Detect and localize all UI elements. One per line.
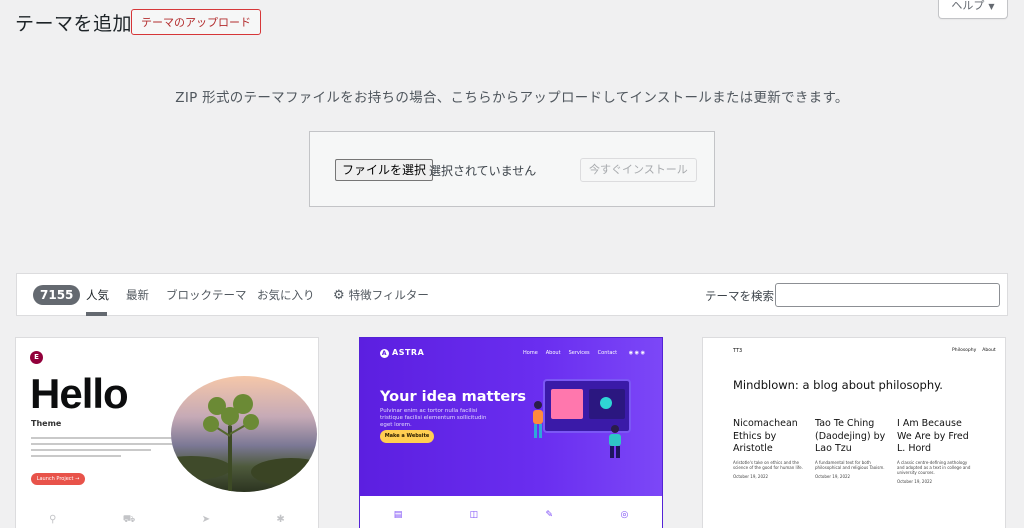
gear-icon: ✱ [276, 514, 285, 525]
preview-cactus-image [171, 376, 317, 492]
choose-file-button[interactable]: ファイルを選択 [335, 159, 434, 181]
search-label: テーマを検索 [705, 289, 774, 303]
tab-block-themes[interactable]: ブロックテーマ [166, 287, 247, 303]
person-illustration [533, 401, 543, 438]
feature-filter-label: 特徴フィルター [348, 288, 429, 302]
preview-launch-button: Launch Project → [31, 473, 85, 485]
elementor-logo-icon: E [30, 351, 43, 364]
file-status-text: 選択されていません [429, 164, 537, 178]
astra-logo-icon: A [380, 349, 389, 358]
preview-site-title: TT3 [733, 348, 743, 354]
preview-post: Tao Te Ching (Daodejing) by Lao Tzu A fu… [815, 418, 886, 479]
preview-footer-icons: ▤ ◫ ✎ ◎ [360, 510, 662, 520]
preview-post: I Am Because We Are by Fred L. Hord A cl… [897, 418, 971, 484]
theme-card-astra[interactable]: A ASTRA Home About Services Contact ◉ ◉ ◉ Yo… [359, 337, 663, 528]
theme-card-tt3[interactable]: TT3 Philosophy About Mindblown: a blog ab… [702, 337, 1006, 528]
preview-subtitle: Theme [31, 419, 62, 428]
document-icon: ▤ [393, 510, 403, 520]
send-icon: ➤ [201, 514, 211, 525]
social-icons: ◉ ◉ ◉ [628, 350, 645, 356]
upload-form: ファイルを選択 選択されていません 今すぐインストール [309, 131, 715, 207]
gear-icon: ⚙ [333, 288, 345, 303]
upload-description: ZIP 形式のテーマファイルをお持ちの場合、こちらからアップロードしてインストー… [175, 90, 849, 106]
tab-favorites[interactable]: お気に入り [257, 287, 315, 303]
upload-theme-button[interactable]: テーマのアップロード [131, 9, 261, 35]
person-icon: ⚲ [49, 514, 57, 525]
preview-headline: Your idea matters [380, 389, 527, 405]
preview-hero: A ASTRA Home About Services Contact ◉ ◉ ◉ Yo… [360, 338, 662, 496]
theme-card-hello[interactable]: E Hello Theme Launch Project → ⚲ ⛟ ➤ ✱ [15, 337, 319, 528]
preview-nav: Philosophy About [952, 348, 996, 353]
person-illustration [609, 425, 621, 458]
preview-headline: Mindblown: a blog about philosophy. [733, 378, 943, 392]
active-tab-indicator [86, 312, 107, 316]
preview-headline: Hello [30, 370, 129, 417]
preview-footer: ▤ ◫ ✎ ◎ [360, 496, 662, 528]
preview-body-text: Pulvinar enim ac tortor nulla facilisi t… [380, 408, 487, 428]
compass-icon: ◎ [620, 510, 629, 520]
page-title: テーマを追加 [15, 13, 133, 35]
theme-count-badge: 7155 [33, 285, 81, 305]
preview-nav: Home About Services Contact ◉ ◉ ◉ [523, 350, 645, 356]
theme-search-input[interactable] [775, 283, 1000, 307]
astra-logo: A ASTRA [380, 348, 425, 358]
preview-cta-button: Make a Website [380, 430, 434, 443]
preview-footer-icons: ⚲ ⛟ ➤ ✱ [16, 514, 318, 527]
feature-filter-button[interactable]: ⚙ 特徴フィルター [333, 287, 429, 303]
caret-down-icon: ▼ [988, 2, 995, 11]
help-label: ヘルプ [951, 0, 985, 12]
play-icon [600, 397, 612, 409]
install-now-button[interactable]: 今すぐインストール [580, 158, 697, 182]
filter-bar: 7155 人気 最新 ブロックテーマ お気に入り ⚙ 特徴フィルター テーマを検索 [16, 273, 1008, 316]
preview-post: Nicomachean Ethics by Aristotle Aristotl… [733, 418, 803, 479]
car-icon: ⛟ [122, 514, 136, 525]
tab-latest[interactable]: 最新 [126, 287, 149, 303]
help-tab-button[interactable]: ヘルプ ▼ [938, 0, 1008, 19]
preview-body-text [31, 437, 181, 461]
tab-popular[interactable]: 人気 [86, 287, 109, 303]
edit-icon: ✎ [545, 510, 554, 520]
bag-icon: ◫ [469, 510, 479, 520]
